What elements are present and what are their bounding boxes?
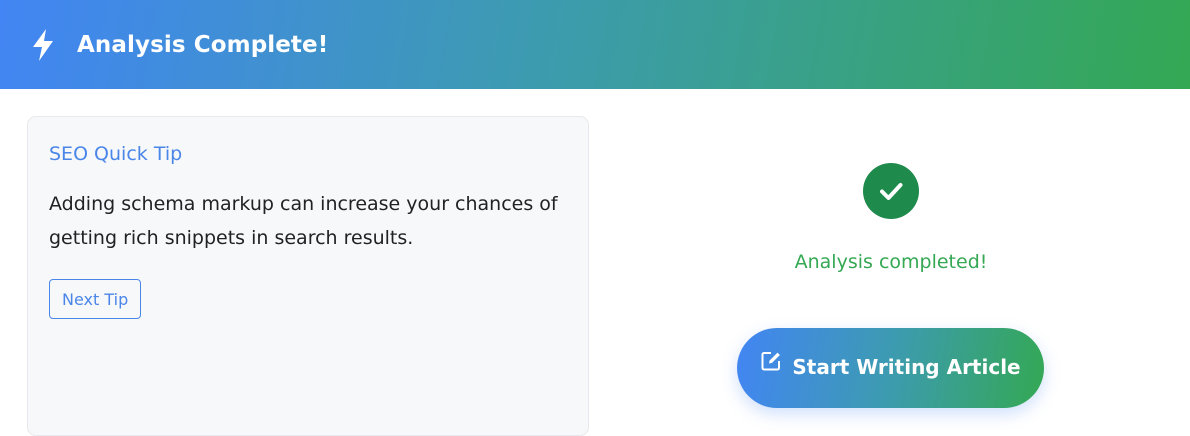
check-circle-icon [863,163,919,219]
seo-tip-card: SEO Quick Tip Adding schema markup can i… [27,116,589,436]
tip-title: SEO Quick Tip [49,143,183,165]
start-writing-article-button[interactable]: Start Writing Article [737,328,1044,408]
page-title: Analysis Complete! [77,31,329,58]
edit-icon [760,350,782,372]
start-writing-article-label: Start Writing Article [792,355,1021,379]
tip-body: Adding schema markup can increase your c… [49,193,558,249]
status-panel: Analysis completed! Start Writing Articl… [590,89,1190,412]
next-tip-button[interactable]: Next Tip [49,279,142,319]
status-message: Analysis completed! [794,251,988,273]
header-banner: Analysis Complete! [0,0,1190,89]
lightning-bolt-icon [30,28,56,62]
